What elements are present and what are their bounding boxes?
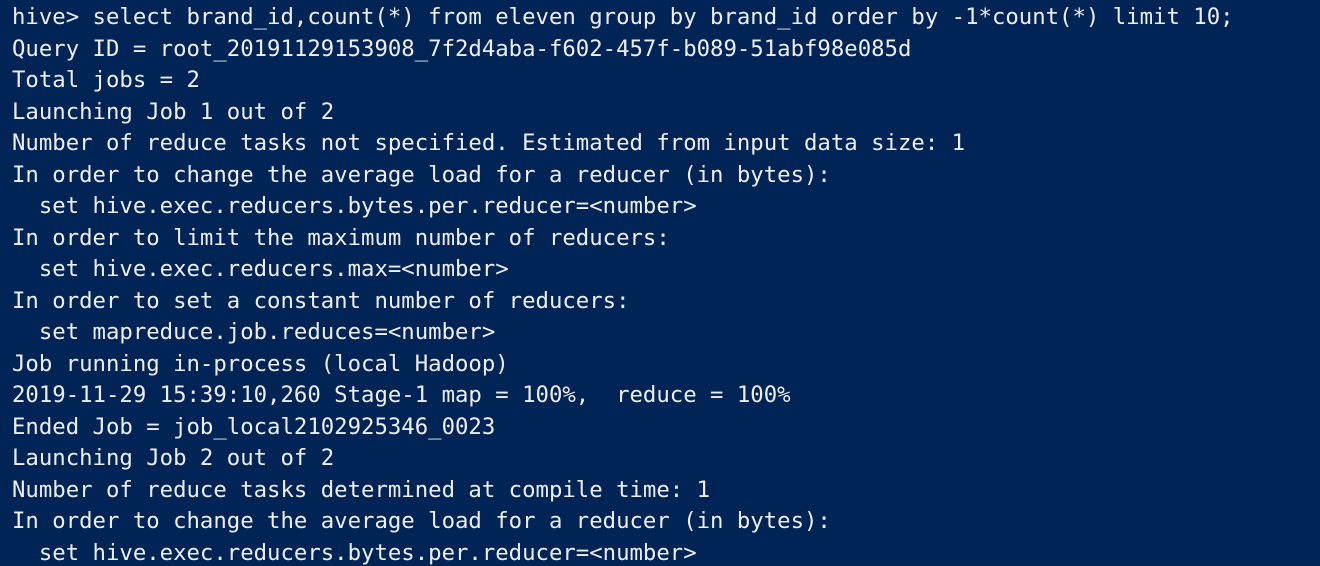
terminal-output-line: Query ID = root_20191129153908_7f2d4aba-… bbox=[12, 35, 912, 62]
terminal-output: hive> select brand_id,count(*) from elev… bbox=[12, 2, 1234, 566]
terminal-output-line: set hive.exec.reducers.bytes.per.reducer… bbox=[12, 539, 697, 566]
terminal-output-line: set hive.exec.reducers.max=<number> bbox=[12, 256, 509, 282]
terminal-output-line: In order to change the average load for … bbox=[12, 161, 831, 188]
terminal-output-line: set hive.exec.reducers.bytes.per.reducer… bbox=[12, 193, 697, 219]
terminal-output-line: Total jobs = 2 bbox=[12, 67, 200, 93]
terminal-output-line: Ended Job = job_local2102925346_0023 bbox=[12, 413, 496, 440]
terminal-output-line: Number of reduce tasks determined at com… bbox=[12, 476, 711, 503]
terminal-output-line: In order to change the average load for … bbox=[12, 508, 831, 534]
terminal-window[interactable]: hive> select brand_id,count(*) from elev… bbox=[0, 0, 1320, 566]
terminal-output-line: set mapreduce.job.reduces=<number> bbox=[12, 319, 496, 345]
terminal-output-line: Job running in-process (local Hadoop) bbox=[12, 350, 509, 377]
terminal-output-line: In order to limit the maximum number of … bbox=[12, 224, 670, 251]
terminal-command-line: hive> select brand_id,count(*) from elev… bbox=[12, 4, 1234, 30]
terminal-output-line: Launching Job 1 out of 2 bbox=[12, 98, 335, 125]
terminal-output-line: Number of reduce tasks not specified. Es… bbox=[12, 130, 966, 156]
terminal-output-line: In order to set a constant number of red… bbox=[12, 287, 630, 314]
terminal-output-line: 2019-11-29 15:39:10,260 Stage-1 map = 10… bbox=[12, 382, 791, 408]
terminal-output-line: Launching Job 2 out of 2 bbox=[12, 445, 335, 471]
